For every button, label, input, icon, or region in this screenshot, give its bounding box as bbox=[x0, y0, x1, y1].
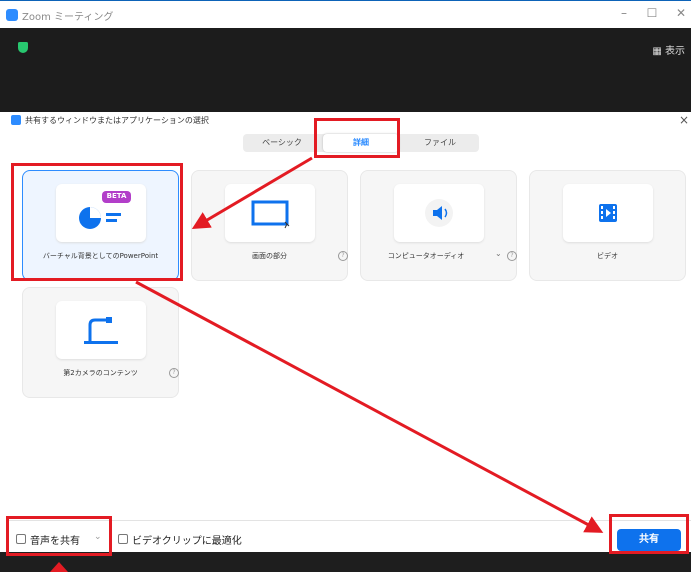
arrow-to-share-button bbox=[135, 280, 604, 533]
arrow-to-powerpoint bbox=[191, 156, 313, 230]
arrow-up-to-share-sound bbox=[50, 562, 68, 572]
annotation-arrows bbox=[50, 156, 604, 572]
